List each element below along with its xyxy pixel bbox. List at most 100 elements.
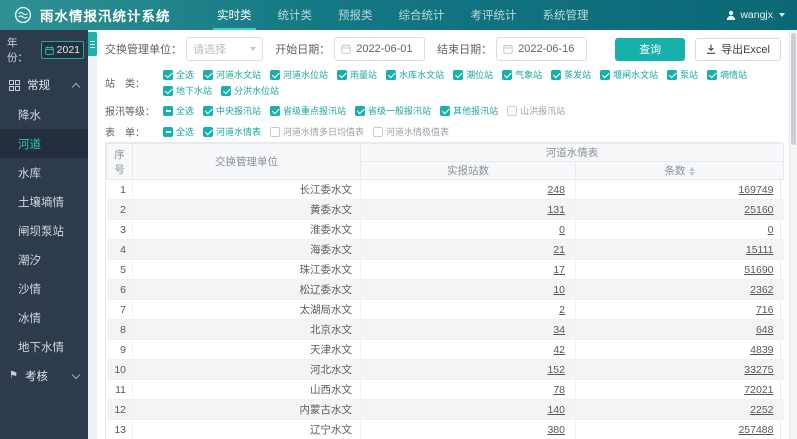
sidebar-item[interactable]: 土壤墒情 — [0, 187, 88, 216]
count-link[interactable]: 0 — [768, 224, 774, 236]
checkbox-label: 地下水站 — [176, 86, 213, 96]
checkbox-option[interactable]: 全选 — [163, 104, 194, 117]
count-link[interactable]: 4839 — [750, 344, 773, 356]
sidebar-group-kaohe[interactable]: ⚑ 考核 — [0, 361, 88, 391]
checkbox-option[interactable]: 其他报汛站 — [440, 104, 498, 117]
export-excel-button[interactable]: 导出Excel — [695, 37, 781, 61]
download-icon — [706, 44, 716, 54]
count-link[interactable]: 72021 — [744, 384, 773, 396]
stations-link[interactable]: 248 — [547, 184, 565, 196]
nav-tab[interactable]: 综合统计 — [386, 0, 458, 30]
brand: 雨水情报汛统计系统 — [14, 5, 204, 25]
stations-cell: 42 — [360, 339, 576, 360]
checkbox-option[interactable]: 墒情站 — [707, 68, 747, 81]
checkbox-option[interactable]: 分洪水位站 — [221, 84, 279, 97]
count-link[interactable]: 25160 — [744, 204, 773, 216]
checkbox-label: 蒸发站 — [564, 70, 592, 80]
checkbox-option[interactable]: 潮位站 — [453, 68, 493, 81]
stations-link[interactable]: 140 — [547, 404, 565, 416]
checkbox-option[interactable]: 中央报汛站 — [203, 104, 261, 117]
filter-bar: 交换管理单位： 请选择 开始日期： 2022-06-01 结束日期： 2022-… — [105, 37, 781, 61]
col-header-count[interactable]: 条数 — [575, 161, 784, 180]
checkbox-option[interactable]: 河道水情表 — [203, 125, 261, 138]
unit-select[interactable]: 请选择 — [186, 37, 264, 61]
start-date-label: 开始日期： — [275, 44, 331, 56]
checkbox-icon — [163, 105, 173, 116]
checkbox-option[interactable]: 河道水情极值表 — [373, 125, 449, 138]
stations-link[interactable]: 2 — [559, 304, 565, 316]
checkbox-option[interactable]: 地下水站 — [163, 84, 212, 97]
stations-link[interactable]: 131 — [547, 204, 565, 216]
nav-tab[interactable]: 预报类 — [325, 0, 386, 30]
water-logo-icon — [14, 6, 32, 24]
unit-name: 太湖局水文 — [132, 299, 361, 320]
checkbox-label: 全选 — [176, 106, 195, 116]
checkbox-option[interactable]: 全选 — [163, 68, 194, 81]
stations-link[interactable]: 34 — [553, 324, 565, 336]
stations-link[interactable]: 42 — [553, 344, 565, 356]
search-button[interactable]: 查询 — [615, 37, 686, 61]
sidebar-item[interactable]: 降水 — [0, 100, 88, 129]
stations-link[interactable]: 10 — [553, 284, 565, 296]
stations-link[interactable]: 0 — [559, 224, 565, 236]
checkbox-label: 雨量站 — [350, 70, 378, 80]
end-date-input[interactable]: 2022-06-16 — [496, 37, 588, 61]
sidebar-item[interactable]: 水库 — [0, 158, 88, 187]
start-date-input[interactable]: 2022-06-01 — [334, 37, 426, 61]
nav-tab[interactable]: 实时类 — [204, 0, 265, 30]
checkbox-option[interactable]: 蒸发站 — [551, 68, 591, 81]
count-link[interactable]: 169749 — [738, 184, 773, 196]
checkbox-option[interactable]: 泵站 — [667, 68, 698, 81]
main-area: 年份： 2021 常规 降水 河道 水库 土壤墒情 闸坝泵站 潮汐 沙情 冰情 … — [0, 30, 797, 439]
checkbox-icon — [440, 105, 451, 116]
checkbox-option[interactable]: 气象站 — [502, 68, 542, 81]
sidebar-item[interactable]: 河道 — [0, 129, 88, 158]
count-link[interactable]: 33275 — [744, 364, 773, 376]
checkbox-option[interactable]: 河道水情多日均值表 — [270, 125, 364, 138]
sidebar-collapse-handle[interactable] — [88, 32, 97, 56]
stations-cell: 21 — [360, 239, 576, 260]
stations-link[interactable]: 380 — [547, 424, 565, 436]
count-link[interactable]: 648 — [756, 324, 774, 336]
row-index: 8 — [106, 319, 133, 340]
checkbox-option[interactable]: 省级一般报汛站 — [355, 104, 431, 117]
sidebar-item[interactable]: 闸坝泵站 — [0, 216, 88, 245]
table-row: 3 淮委水文 0 0 — [106, 219, 784, 240]
sidebar-group-changgui[interactable]: 常规 — [0, 70, 88, 100]
year-input[interactable]: 2021 — [40, 41, 84, 59]
stations-link[interactable]: 21 — [553, 244, 565, 256]
sidebar-item[interactable]: 地下水情 — [0, 332, 88, 361]
count-link[interactable]: 716 — [756, 304, 774, 316]
scrollbar-thumb[interactable] — [791, 33, 796, 145]
count-link[interactable]: 257488 — [738, 424, 773, 436]
user-menu[interactable]: wangjx — [726, 9, 785, 21]
checkbox-option[interactable]: 省级重点报汛站 — [270, 104, 346, 117]
count-link[interactable]: 2362 — [750, 284, 773, 296]
checkbox-option[interactable]: 河道水位站 — [270, 68, 328, 81]
nav-tab[interactable]: 考评统计 — [458, 0, 530, 30]
count-link[interactable]: 51690 — [744, 264, 773, 276]
table-header: 序号 交换管理单位 河道水情表 实报站数 条数 — [106, 143, 784, 180]
sidebar-item[interactable]: 潮汐 — [0, 245, 88, 274]
count-link[interactable]: 2252 — [750, 404, 773, 416]
sidebar-item[interactable]: 冰情 — [0, 303, 88, 332]
sidebar-menu-list: 降水 河道 水库 土壤墒情 闸坝泵站 潮汐 沙情 冰情 地下水情 — [0, 100, 88, 361]
nav-tab[interactable]: 系统管理 — [530, 0, 602, 30]
checkbox-option[interactable]: 山洪报汛站 — [507, 104, 565, 117]
nav-tab[interactable]: 统计类 — [265, 0, 326, 30]
checkbox-option[interactable]: 全选 — [163, 125, 194, 138]
checkbox-option[interactable]: 水库水文站 — [386, 68, 444, 81]
table-row: 7 太湖局水文 2 716 — [106, 299, 784, 320]
col-header-stations: 实报站数 — [360, 161, 576, 180]
sort-carets-icon[interactable] — [688, 166, 695, 176]
count-link[interactable]: 15111 — [746, 244, 774, 256]
vertical-scrollbar[interactable] — [789, 30, 797, 439]
checkbox-option[interactable]: 河道水文站 — [203, 68, 261, 81]
checkbox-option[interactable]: 雨量站 — [337, 68, 377, 81]
stations-link[interactable]: 17 — [553, 264, 565, 276]
stations-link[interactable]: 152 — [547, 364, 565, 376]
stations-link[interactable]: 78 — [553, 384, 565, 396]
year-label: 年份： — [7, 37, 28, 64]
sidebar-item[interactable]: 沙情 — [0, 274, 88, 303]
checkbox-option[interactable]: 堰闸水文站 — [600, 68, 658, 81]
